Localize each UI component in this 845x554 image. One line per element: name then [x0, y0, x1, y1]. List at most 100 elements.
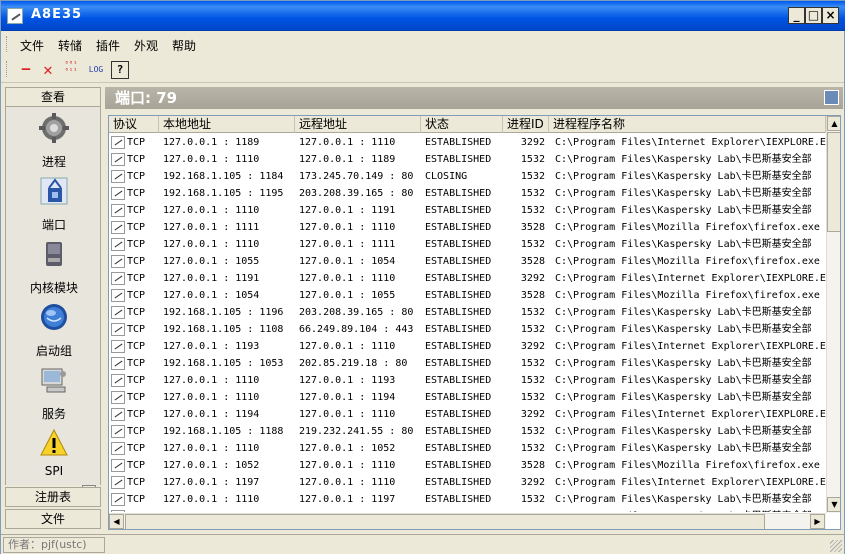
- connection-icon: [111, 476, 125, 489]
- table-row[interactable]: TCP 127.0.0.1 : 1189 127.0.0.1 : 1110 ESTAB…: [109, 134, 826, 151]
- table-row[interactable]: TCP 127.0.0.1 : 1110 127.0.0.1 : 1193 ESTAB…: [109, 372, 826, 389]
- scroll-left-button[interactable]: ◀: [109, 514, 124, 529]
- scroll-up-button[interactable]: ▲: [827, 116, 840, 131]
- sidebar-header-files[interactable]: 文件: [5, 509, 101, 529]
- cell-remote-address: 127.0.0.1 : 1110: [299, 222, 396, 233]
- table-row[interactable]: TCP 127.0.0.1 : 1197 127.0.0.1 : 1110 ESTAB…: [109, 474, 826, 491]
- cell-process-path: C:\Program Files\Kaspersky Lab\卡巴斯基安全部: [555, 154, 812, 165]
- sidebar-item-spi[interactable]: SPI: [6, 428, 102, 484]
- table-row[interactable]: TCP 192.168.1.105 : 1108 66.249.89.104 : 4…: [109, 321, 826, 338]
- maximize-button[interactable]: □: [805, 7, 822, 24]
- table-row[interactable]: TCP 192.168.1.105 : 1188 219.232.241.55 : …: [109, 423, 826, 440]
- cell-state: ESTABLISHED: [425, 426, 492, 437]
- connection-icon: [111, 493, 125, 506]
- cell-process-path: C:\Program Files\Mozilla Firefox\firefox…: [555, 256, 820, 267]
- cell-pid: 1532: [520, 324, 545, 335]
- cell-protocol: TCP: [127, 205, 146, 216]
- cell-process-path: C:\Program Files\Kaspersky Lab\卡巴斯基安全部: [555, 443, 812, 454]
- sidebar-item-startup[interactable]: 启动组: [6, 302, 102, 360]
- horizontal-scrollbar[interactable]: ◀ ▶: [109, 513, 826, 529]
- sidebar-header-view[interactable]: 查看: [5, 87, 101, 107]
- table-row[interactable]: TCP 127.0.0.1 : 1110 127.0.0.1 : 1194 ESTAB…: [109, 389, 826, 406]
- scroll-thumb[interactable]: [827, 132, 840, 232]
- column-header-protocol[interactable]: 协议: [109, 116, 159, 133]
- cell-remote-address: 66.249.89.104 : 443: [299, 324, 414, 335]
- cell-state: ESTABLISHED: [425, 137, 492, 148]
- hex-dump-icon[interactable]: ⁰⁰¹ ⁰¹¹: [62, 61, 80, 79]
- sidebar-item-services[interactable]: 服务: [6, 365, 102, 423]
- cell-process-path: C:\Program Files\Mozilla Firefox\firefox…: [555, 290, 820, 301]
- help-icon[interactable]: ?: [111, 61, 129, 79]
- sidebar-header-registry[interactable]: 注册表: [5, 487, 101, 507]
- table-row[interactable]: TCP 127.0.0.1 : 1110 127.0.0.1 : 1052 ESTAB…: [109, 440, 826, 457]
- table-row[interactable]: TCP 127.0.0.1 : 1110 127.0.0.1 : 1197 ESTAB…: [109, 491, 826, 508]
- cell-process-path: C:\Program Files\Kaspersky Lab\卡巴斯基安全部: [555, 375, 812, 386]
- minimize-button[interactable]: _: [788, 7, 805, 24]
- minus-icon[interactable]: —: [17, 61, 35, 79]
- connection-icon: [111, 136, 125, 149]
- title-bar[interactable]: A8E35 _ □ ×: [1, 1, 845, 31]
- table-row[interactable]: TCP 127.0.0.1 : 1055 127.0.0.1 : 1054 ESTAB…: [109, 253, 826, 270]
- column-header-local-address[interactable]: 本地地址: [159, 116, 295, 133]
- table-body: TCP 127.0.0.1 : 1189 127.0.0.1 : 1110 ESTAB…: [109, 134, 826, 512]
- computer-service-icon: [41, 368, 66, 393]
- table-row[interactable]: TCP 127.0.0.1 : 1052 127.0.0.1 : 1110 ESTAB…: [109, 457, 826, 474]
- cell-pid: 1532: [520, 154, 545, 165]
- column-header-remote-address[interactable]: 远程地址: [295, 116, 421, 133]
- menu-grip: [6, 36, 9, 52]
- cell-state: ESTABLISHED: [425, 154, 492, 165]
- table-row[interactable]: TCP 127.0.0.1 : 1193 127.0.0.1 : 1110 ESTAB…: [109, 338, 826, 355]
- table-row[interactable]: TCP 127.0.0.1 : 1111 127.0.0.1 : 1110 ESTAB…: [109, 219, 826, 236]
- table-row[interactable]: TCP 192.168.1.105 : 1195 203.208.39.165 : …: [109, 185, 826, 202]
- app-icon: [7, 8, 23, 24]
- delete-icon[interactable]: ✕: [39, 61, 57, 79]
- cell-local-address: 127.0.0.1 : 1052: [163, 460, 260, 471]
- column-header-state[interactable]: 状态: [421, 116, 503, 133]
- sidebar-item-kernel-modules[interactable]: 内核模块: [6, 239, 102, 297]
- table-row[interactable]: TCP 127.0.0.1 : 1110 127.0.0.1 : 1111 ESTAB…: [109, 236, 826, 253]
- panel-options-icon[interactable]: [824, 90, 839, 105]
- cell-protocol: TCP: [127, 443, 146, 454]
- scroll-down-button[interactable]: ▼: [827, 497, 840, 512]
- resize-grip-icon[interactable]: [830, 540, 842, 552]
- cell-local-address: 192.168.1.105 : 1198: [163, 508, 295, 512]
- disk-module-icon: [46, 242, 62, 266]
- cell-protocol: TCP: [127, 392, 146, 403]
- menu-appearance[interactable]: 外观: [134, 37, 158, 54]
- table-row[interactable]: TCP 192.168.1.105 : 1196 203.208.39.165 : …: [109, 304, 826, 321]
- h-scroll-thumb[interactable]: [125, 514, 765, 529]
- cell-remote-address: 127.0.0.1 : 1055: [299, 290, 396, 301]
- globe-startup-icon: [41, 304, 67, 330]
- table-row[interactable]: TCP 127.0.0.1 : 1194 127.0.0.1 : 1110 ESTAB…: [109, 406, 826, 423]
- table-row[interactable]: TCP 127.0.0.1 : 1191 127.0.0.1 : 1110 ESTAB…: [109, 270, 826, 287]
- sidebar-item-ports[interactable]: 端口: [6, 176, 102, 234]
- log-icon[interactable]: LOG: [85, 61, 107, 79]
- table-row[interactable]: TCP 192.168.1.105 : 1053 202.85.219.18 : 8…: [109, 355, 826, 372]
- cell-local-address: 127.0.0.1 : 1191: [163, 273, 260, 284]
- sidebar-item-processes[interactable]: 进程: [6, 113, 102, 171]
- cell-process-path: C:\Program Files\Internet Explorer\IEXPL…: [555, 477, 826, 488]
- cell-process-path: C:\Program Files\Kaspersky Lab\卡巴斯基安全部: [555, 324, 812, 335]
- menu-file[interactable]: 文件: [20, 37, 44, 54]
- cell-process-path: C:\Program Files\Kaspersky Lab\卡巴斯基安全部: [555, 508, 826, 512]
- cell-process-path: C:\Program Files\Kaspersky Lab\卡巴斯基安全部: [555, 239, 812, 250]
- table-row[interactable]: TCP 127.0.0.1 : 1110 127.0.0.1 : 1189 ESTAB…: [109, 151, 826, 168]
- cell-remote-address: 127.0.0.1 : 1110: [299, 409, 396, 420]
- connection-icon: [111, 306, 125, 319]
- menu-dump[interactable]: 转储: [58, 37, 82, 54]
- table-row[interactable]: TCP 192.168.1.105 : 1184 173.245.70.149 : …: [109, 168, 826, 185]
- table-row[interactable]: TCP 127.0.0.1 : 1054 127.0.0.1 : 1055 ESTAB…: [109, 287, 826, 304]
- column-header-process-path[interactable]: 进程程序名称: [549, 116, 826, 133]
- close-button[interactable]: ×: [822, 7, 839, 24]
- cell-state: ESTABLISHED: [425, 307, 492, 318]
- cell-protocol: TCP: [127, 477, 146, 488]
- scroll-right-button[interactable]: ▶: [810, 514, 825, 529]
- cell-protocol: TCP: [127, 307, 146, 318]
- vertical-scrollbar[interactable]: ▲ ▼: [826, 116, 840, 513]
- cell-process-path: C:\Program Files\Kaspersky Lab\卡巴斯基安全部: [555, 358, 812, 369]
- menu-plugins[interactable]: 插件: [96, 37, 120, 54]
- table-row[interactable]: TCP 192.168.1.105 : 1198 203.208.37.22 : 8…: [109, 508, 826, 512]
- menu-help[interactable]: 帮助: [172, 37, 196, 54]
- table-row[interactable]: TCP 127.0.0.1 : 1110 127.0.0.1 : 1191 ESTAB…: [109, 202, 826, 219]
- column-header-pid[interactable]: 进程ID: [503, 116, 549, 133]
